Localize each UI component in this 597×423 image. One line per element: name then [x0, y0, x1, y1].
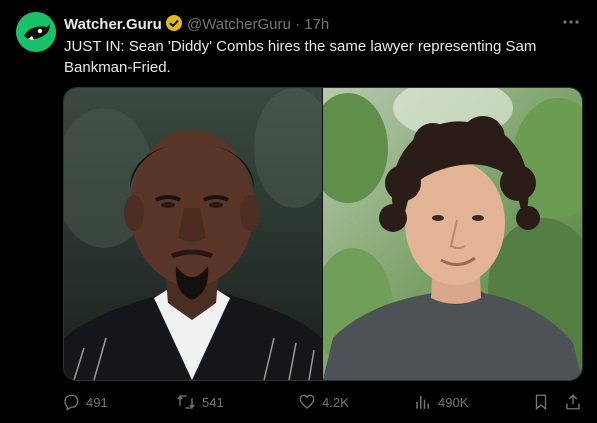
author-handle[interactable]: @WatcherGuru	[187, 16, 291, 33]
bookmark-icon	[535, 394, 547, 411]
media-grid[interactable]	[63, 87, 583, 381]
reply-count: 491	[86, 394, 108, 410]
tweet-time[interactable]: 17h	[304, 16, 329, 33]
separator-dot: ·	[295, 16, 301, 33]
bookmark-button[interactable]	[532, 390, 556, 414]
views-button[interactable]: 490K	[414, 390, 468, 414]
share-button[interactable]	[564, 390, 588, 414]
tweet-header: Watcher.Guru @WatcherGuru · 17h	[64, 14, 581, 34]
heart-icon	[299, 394, 315, 409]
more-icon[interactable]	[559, 12, 583, 32]
share-icon	[566, 394, 580, 410]
avatar[interactable]	[16, 12, 56, 52]
photo-right[interactable]	[323, 88, 582, 380]
photo-left[interactable]	[64, 88, 322, 380]
action-bar: 491 541 4.2K 490K	[58, 390, 588, 414]
watcher-guru-logo-icon	[16, 12, 56, 52]
verified-badge-icon	[165, 14, 183, 38]
views-count: 490K	[438, 394, 469, 410]
tweet-text: JUST IN: Sean 'Diddy' Combs hires the sa…	[64, 38, 537, 76]
views-icon	[416, 396, 429, 409]
author-name[interactable]: Watcher.Guru	[64, 16, 162, 33]
retweet-count: 541	[202, 394, 224, 410]
like-count: 4.2K	[322, 394, 349, 410]
reply-icon	[64, 394, 79, 411]
retweet-icon	[177, 395, 195, 409]
like-button[interactable]: 4.2K	[298, 390, 349, 414]
reply-button[interactable]: 491	[62, 390, 108, 414]
retweet-button[interactable]: 541	[176, 390, 224, 414]
